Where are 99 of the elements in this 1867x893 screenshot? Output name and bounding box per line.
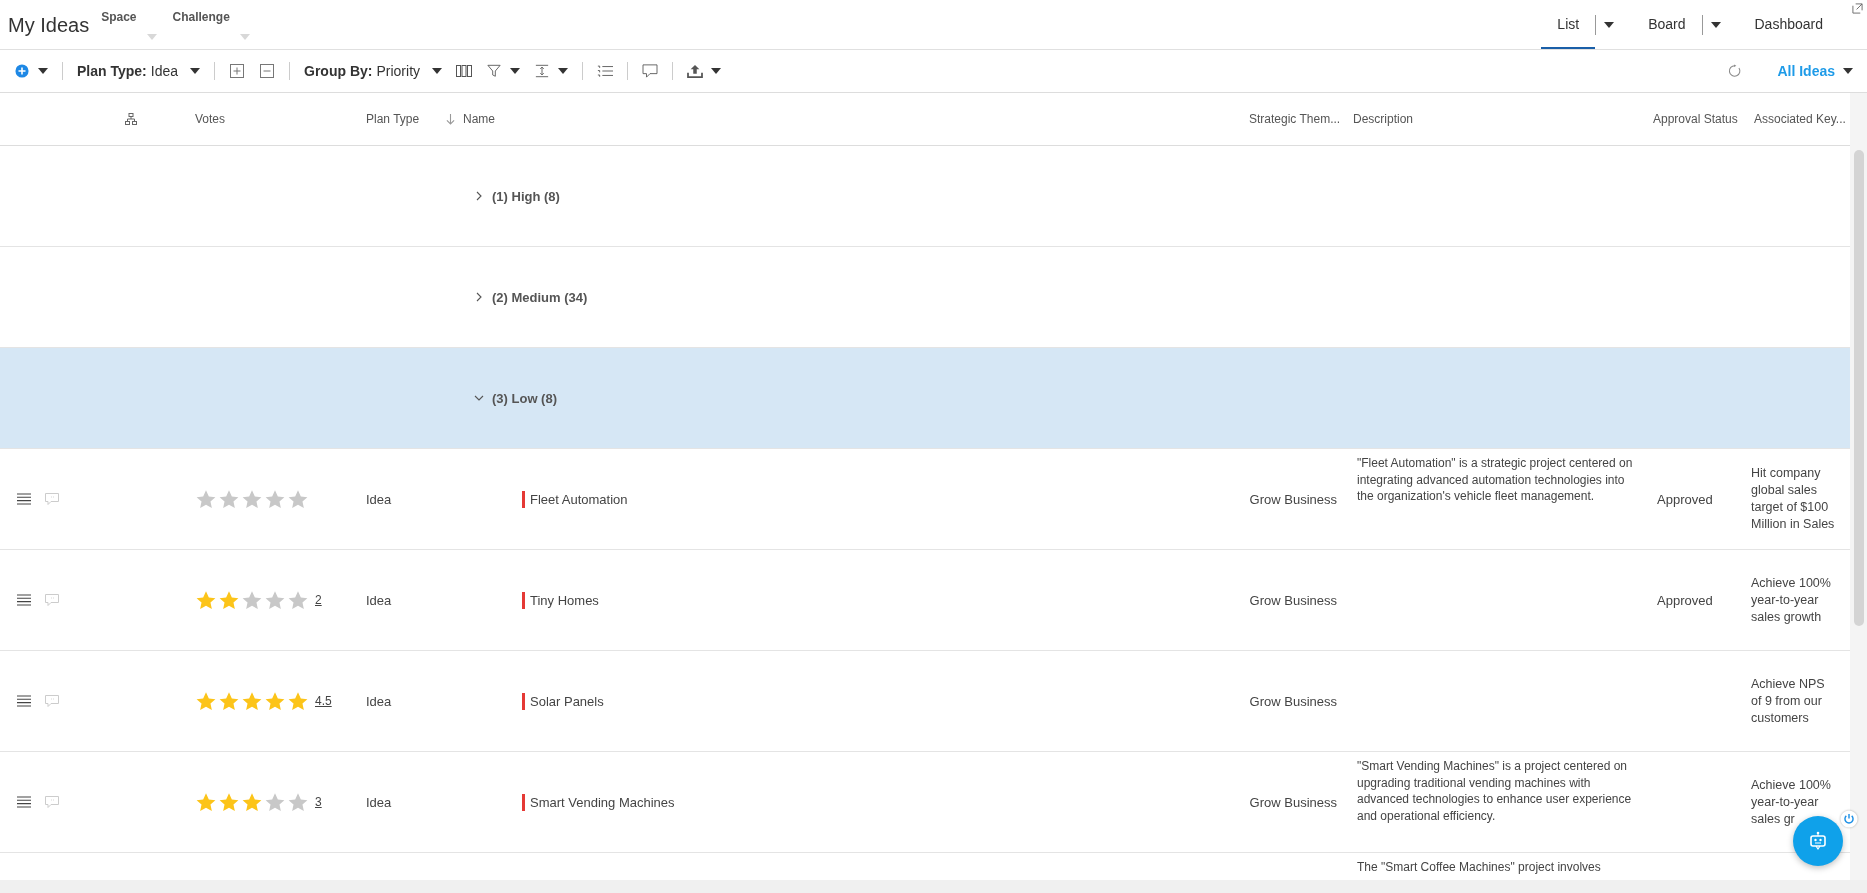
star-icon[interactable] — [264, 791, 286, 813]
star-icon[interactable] — [287, 791, 309, 813]
caret-icon — [1843, 68, 1853, 74]
key-result-cell-text: Achieve 100% year-to-year sales growth — [1751, 574, 1832, 626]
key-result-cell-text: Achieve NPS of 9 from our customers — [1751, 675, 1826, 727]
caret-icon — [190, 68, 200, 74]
column-header[interactable]: Strategic Them... — [1249, 112, 1341, 126]
star-icon[interactable] — [287, 690, 309, 712]
caret-icon[interactable] — [38, 68, 48, 74]
caret-icon[interactable] — [1604, 21, 1615, 28]
filter-dropdown[interactable]: Space — [101, 10, 161, 40]
star-icon[interactable] — [218, 690, 240, 712]
star-rating[interactable] — [195, 589, 309, 611]
name-cell[interactable]: Fleet Automation — [530, 491, 628, 507]
description-cell-text: "Smart Vending Machines" is a project centered on upgrading traditional vending machines with advanced technologies to enhance user experience and operational efficiency. — [1357, 758, 1633, 824]
approval-cell: Approved — [1657, 592, 1713, 608]
menu-icon[interactable] — [17, 493, 31, 505]
column-header[interactable]: Associated Key... — [1754, 112, 1846, 126]
chatbot-button[interactable] — [1793, 816, 1843, 866]
star-icon[interactable] — [264, 589, 286, 611]
star-icon[interactable] — [287, 589, 309, 611]
caret-icon — [432, 68, 443, 74]
sort-arrow-icon[interactable] — [446, 113, 455, 125]
star-icon[interactable] — [195, 488, 217, 510]
view-tab[interactable]: Board — [1632, 0, 1702, 49]
expand-icon[interactable] — [1852, 3, 1863, 14]
expand-all-icon[interactable] — [229, 64, 245, 78]
key-result-cell-text: Achieve 100% year-to-year sales gr — [1751, 776, 1832, 828]
column-header[interactable]: Votes — [195, 112, 226, 126]
theme-cell: Grow Business — [1249, 794, 1337, 810]
column-header[interactable]: Name — [463, 112, 495, 126]
key-result-cell: Hit company global sales target of $100 Million in Sales — [1751, 465, 1835, 533]
group-by-dropdown[interactable]: Group By: Priority — [304, 63, 443, 79]
star-icon[interactable] — [241, 791, 263, 813]
menu-icon[interactable] — [17, 695, 31, 707]
menu-icon[interactable] — [17, 796, 31, 808]
caret-icon[interactable] — [558, 68, 569, 74]
star-icon[interactable] — [241, 589, 263, 611]
robot-icon — [1808, 831, 1828, 851]
group-row[interactable]: (3) Low (8) — [0, 348, 1850, 449]
description-cell: The "Smart Coffee Machines" project involves — [1357, 859, 1601, 876]
star-icon[interactable] — [195, 791, 217, 813]
column-header[interactable]: Plan Type — [366, 112, 420, 126]
theme-cell: Grow Business — [1249, 592, 1337, 608]
caret-icon — [239, 34, 250, 40]
caret-icon — [146, 34, 157, 40]
numbered-list-icon[interactable] — [597, 64, 614, 78]
caret-icon[interactable] — [711, 68, 722, 74]
star-icon[interactable] — [195, 589, 217, 611]
approval-cell: Approved — [1657, 491, 1713, 507]
star-icon[interactable] — [218, 488, 240, 510]
upload-icon[interactable] — [687, 64, 704, 78]
columns-icon[interactable] — [456, 64, 473, 78]
filter-dropdown[interactable]: Challenge — [172, 10, 254, 40]
filter-icon[interactable] — [486, 64, 503, 78]
group-label: (1) High (8) — [492, 188, 560, 204]
star-rating[interactable] — [195, 488, 309, 510]
plan-type-dropdown[interactable]: Plan Type: Idea — [77, 63, 200, 79]
column-header[interactable]: Approval Status — [1653, 112, 1738, 126]
page-title: My Ideas — [8, 14, 90, 37]
name-cell[interactable]: Solar Panels — [530, 693, 604, 709]
star-icon[interactable] — [264, 488, 286, 510]
menu-icon[interactable] — [17, 594, 31, 606]
star-icon[interactable] — [241, 488, 263, 510]
chevron-icon[interactable] — [474, 191, 484, 201]
plan-type-cell: Idea — [366, 592, 392, 608]
add-icon[interactable] — [14, 64, 30, 78]
star-icon[interactable] — [218, 791, 240, 813]
plan-type-cell: Idea — [366, 491, 392, 507]
vertical-scrollbar[interactable] — [1850, 93, 1867, 880]
vote-count-link[interactable]: 4.5 — [315, 694, 332, 708]
star-rating[interactable] — [195, 791, 309, 813]
star-icon[interactable] — [218, 589, 240, 611]
star-rating[interactable] — [195, 690, 309, 712]
name-cell[interactable]: Smart Vending Machines — [530, 794, 675, 810]
group-label: (2) Medium (34) — [492, 289, 588, 305]
star-icon[interactable] — [264, 690, 286, 712]
group-label: (3) Low (8) — [492, 390, 557, 406]
vote-count-link[interactable]: 3 — [315, 795, 322, 809]
chevron-icon[interactable] — [474, 393, 484, 403]
view-tab[interactable]: Dashboard — [1738, 0, 1839, 49]
theme-cell: Grow Business — [1249, 693, 1337, 709]
chevron-icon[interactable] — [474, 292, 484, 302]
name-cell[interactable]: Tiny Homes — [530, 592, 599, 608]
comment-icon[interactable] — [642, 64, 659, 78]
star-icon[interactable] — [195, 690, 217, 712]
plan-type-cell: Idea — [366, 693, 392, 709]
star-icon[interactable] — [241, 690, 263, 712]
column-header[interactable]: Description — [1353, 112, 1414, 126]
description-cell-text: "Fleet Automation" is a strategic project centered on integrating advanced automation technologies into the organization's vehicle fleet management. — [1357, 455, 1634, 505]
theme-cell: Grow Business — [1249, 491, 1337, 507]
collapse-all-icon[interactable] — [259, 64, 275, 78]
caret-icon[interactable] — [510, 68, 521, 74]
caret-icon[interactable] — [1710, 21, 1721, 28]
plan-type-cell: Idea — [366, 794, 392, 810]
hierarchy-icon[interactable] — [125, 113, 137, 125]
vote-count-link[interactable]: 2 — [315, 593, 322, 607]
row-height-icon[interactable] — [534, 64, 551, 78]
star-icon[interactable] — [287, 488, 309, 510]
